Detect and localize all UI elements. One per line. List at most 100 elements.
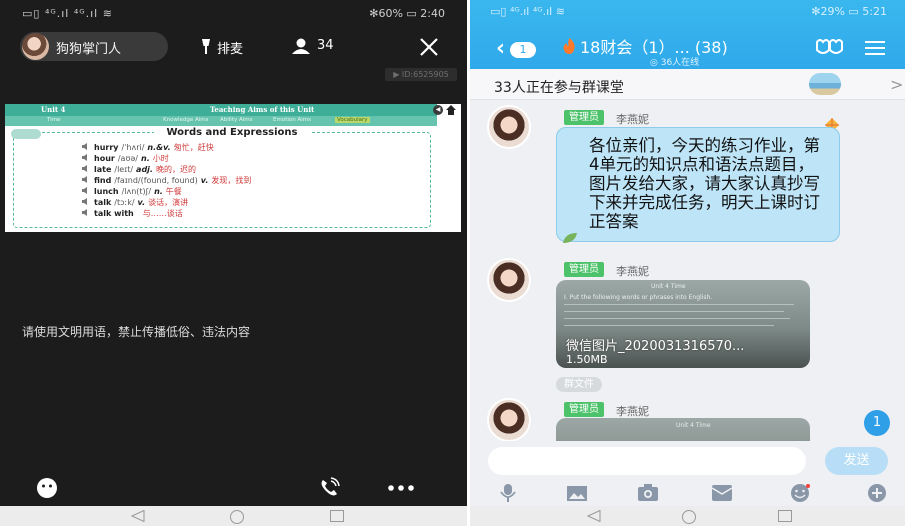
word-pos: n.&v. <box>147 143 171 152</box>
speaker-icon[interactable] <box>82 143 90 150</box>
words-box: Words and Expressions hurry/ˈhʌri/n.&v. 匆… <box>11 127 431 228</box>
close-icon[interactable] <box>418 36 440 58</box>
voice-icon[interactable] <box>498 484 518 502</box>
mic-icon[interactable] <box>200 39 212 55</box>
send-button[interactable]: 发送 <box>825 447 888 475</box>
speaker-icon[interactable] <box>82 209 90 216</box>
sender-name: 李燕妮 <box>616 113 649 126</box>
file-preview-line <box>564 325 774 326</box>
word-row: lunch/lʌn(t)ʃ/n. 午餐 <box>82 186 414 197</box>
fire-icon <box>563 38 575 54</box>
red-packet-icon[interactable] <box>712 484 732 502</box>
sender-name: 李燕妮 <box>616 265 649 278</box>
speaker-icon[interactable] <box>82 165 90 172</box>
battery-time: ✻60% ▭ 2:40 <box>369 7 445 20</box>
speaker-icon[interactable] <box>82 176 90 183</box>
word-english: lunch <box>94 187 119 196</box>
image-file-card[interactable]: Unit 4 Time I. Put the following words o… <box>556 280 810 368</box>
file-name: 微信图片_2020031316570... <box>566 339 745 354</box>
slide-unit: Unit 4 <box>41 105 66 114</box>
plus-icon[interactable] <box>867 484 887 502</box>
word-list: hurry/ˈhʌri/n.&v. 匆忙，赶快 hour/aʊə/n. 小时 lat… <box>82 142 414 219</box>
nav-back-icon[interactable] <box>587 510 601 522</box>
word-english: hour <box>94 154 115 163</box>
word-phonetic: /leɪt/ <box>114 165 134 174</box>
word-english: talk with <box>94 209 134 218</box>
avatar[interactable] <box>487 398 531 442</box>
word-chinese: 小时 <box>152 154 169 163</box>
speaker-icon[interactable] <box>82 198 90 205</box>
word-row: hurry/ˈhʌri/n.&v. 匆忙，赶快 <box>82 142 414 153</box>
status-bar: ▭▯ ⁴ᴳ.ıl ⁴ᴳ.ıl ≋ ✻60% ▭ 2:40 <box>0 0 467 26</box>
nav-recents-icon[interactable] <box>330 510 344 522</box>
slide-header: Unit 4 Teaching Aims of this Unit <box>5 104 437 116</box>
file-preview-line <box>564 318 790 319</box>
word-chinese: 与……谈话 <box>142 209 183 218</box>
slide-back-icon[interactable]: ◀ <box>433 105 443 115</box>
chevron-right-icon: > <box>890 75 904 94</box>
speaker-icon[interactable] <box>82 187 90 194</box>
nav-home-icon[interactable] <box>681 510 697 524</box>
words-box-title: Words and Expressions <box>154 127 310 139</box>
host-pill[interactable]: 狗狗掌门人 <box>20 32 168 61</box>
word-row: talk with 与……谈话 <box>82 208 414 219</box>
box-ornament <box>11 129 41 139</box>
android-nav-bar <box>0 506 467 526</box>
word-chinese: 发现，找到 <box>211 176 252 185</box>
word-phonetic: /lʌn(t)ʃ/ <box>121 187 152 196</box>
word-pos: n. <box>141 154 150 163</box>
battery-time: ✻29% ▭ 5:21 <box>811 5 887 18</box>
host-avatar[interactable] <box>22 33 49 60</box>
audience-count[interactable]: 34 <box>317 38 334 53</box>
slide-tab-time: Time <box>47 117 61 123</box>
word-pos: adj. <box>136 165 153 174</box>
home-icon[interactable] <box>446 105 456 115</box>
group-mascot-icon[interactable] <box>815 38 843 56</box>
audience-icon[interactable] <box>292 38 310 54</box>
text-message-bubble[interactable]: 各位亲们，今天的练习作业，第4单元的知识点和语法点题目，图片发给大家，请大家认真… <box>556 127 840 242</box>
chat-tools <box>470 481 905 506</box>
image-icon[interactable] <box>567 484 587 502</box>
slide-tab-emotion: Emotion Aims <box>273 117 311 123</box>
slide-tab-knowledge: Knowledge Aims <box>163 117 209 123</box>
civility-notice: 请使用文明用语，禁止传播低俗、违法内容 <box>22 325 251 339</box>
phone-icon[interactable] <box>318 477 340 499</box>
word-english: find <box>94 176 112 185</box>
slide-title: Teaching Aims of this Unit <box>210 105 315 114</box>
signal-indicators: ▭▯ ⁴ᴳ.ıl ⁴ᴳ.ıl ≋ <box>22 7 113 20</box>
speaker-icon[interactable] <box>82 154 90 161</box>
online-count: ◎ 36人在线 <box>650 58 700 68</box>
room-toolbar <box>0 470 467 506</box>
nav-home-icon[interactable] <box>229 510 245 524</box>
emoji-icon[interactable] <box>790 484 810 502</box>
file-preview-line <box>564 311 784 312</box>
input-bar: 发送 <box>470 441 905 481</box>
back-unread-badge: 1 <box>510 42 536 58</box>
word-english: hurry <box>94 143 119 152</box>
back-button[interactable]: ‹ 1 <box>496 36 540 61</box>
admin-badge: 管理员 <box>564 262 604 277</box>
android-nav-bar <box>470 506 905 526</box>
mic-queue-button[interactable]: 排麦 <box>217 38 243 57</box>
image-preview-title: Unit 4 Time <box>676 422 711 429</box>
camera-icon[interactable] <box>638 484 658 502</box>
word-chinese: 晚的，迟的 <box>155 165 196 174</box>
nav-recents-icon[interactable] <box>778 510 792 522</box>
more-icon[interactable] <box>388 485 414 491</box>
nav-back-icon[interactable] <box>131 510 145 522</box>
word-phonetic: /faɪnd/(found, found) <box>114 176 198 185</box>
emoji-icon[interactable] <box>37 478 57 498</box>
new-message-badge[interactable]: 1 <box>864 410 890 436</box>
word-phonetic: /tɔːk/ <box>114 198 135 207</box>
word-phonetic: /ˈhʌri/ <box>121 143 145 152</box>
avatar[interactable] <box>487 258 531 302</box>
back-arrow-icon: ‹ <box>496 36 506 61</box>
avatar[interactable] <box>487 105 531 149</box>
word-phonetic: /aʊə/ <box>117 154 138 163</box>
status-bar: ▭▯ ⁴ᴳ.ıl ⁴ᴳ.ıl ≋ ✻29% ▭ 5:21 <box>470 0 905 20</box>
group-classroom-banner[interactable]: 33人正在参与群课堂 > <box>470 69 905 100</box>
message-input[interactable] <box>488 447 806 475</box>
signal-indicators: ▭▯ ⁴ᴳ.ıl ⁴ᴳ.ıl ≋ <box>490 5 565 18</box>
group-file-tag[interactable]: 群文件 <box>556 377 602 392</box>
menu-icon[interactable] <box>865 40 885 56</box>
